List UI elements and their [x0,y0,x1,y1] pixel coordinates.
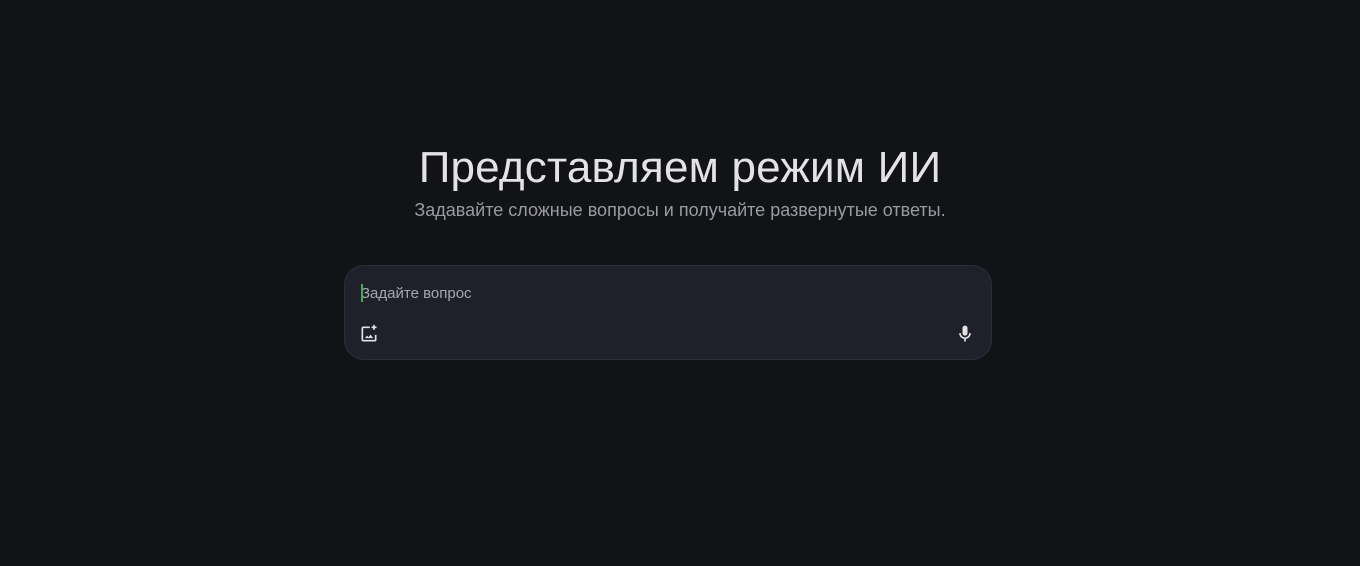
voice-input-button[interactable] [951,320,979,348]
add-image-button[interactable] [355,320,383,348]
question-input[interactable] [361,282,961,304]
prompt-box [344,265,992,360]
ai-mode-page: Представляем режим ИИ Задавайте сложные … [0,0,1360,566]
hero: Представляем режим ИИ Задавайте сложные … [0,140,1360,222]
page-title: Представляем режим ИИ [418,143,942,192]
microphone-icon [959,325,971,342]
text-caret [361,284,363,302]
add-image-icon [361,324,377,342]
page-subtitle: Задавайте сложные вопросы и получайте ра… [414,200,946,220]
